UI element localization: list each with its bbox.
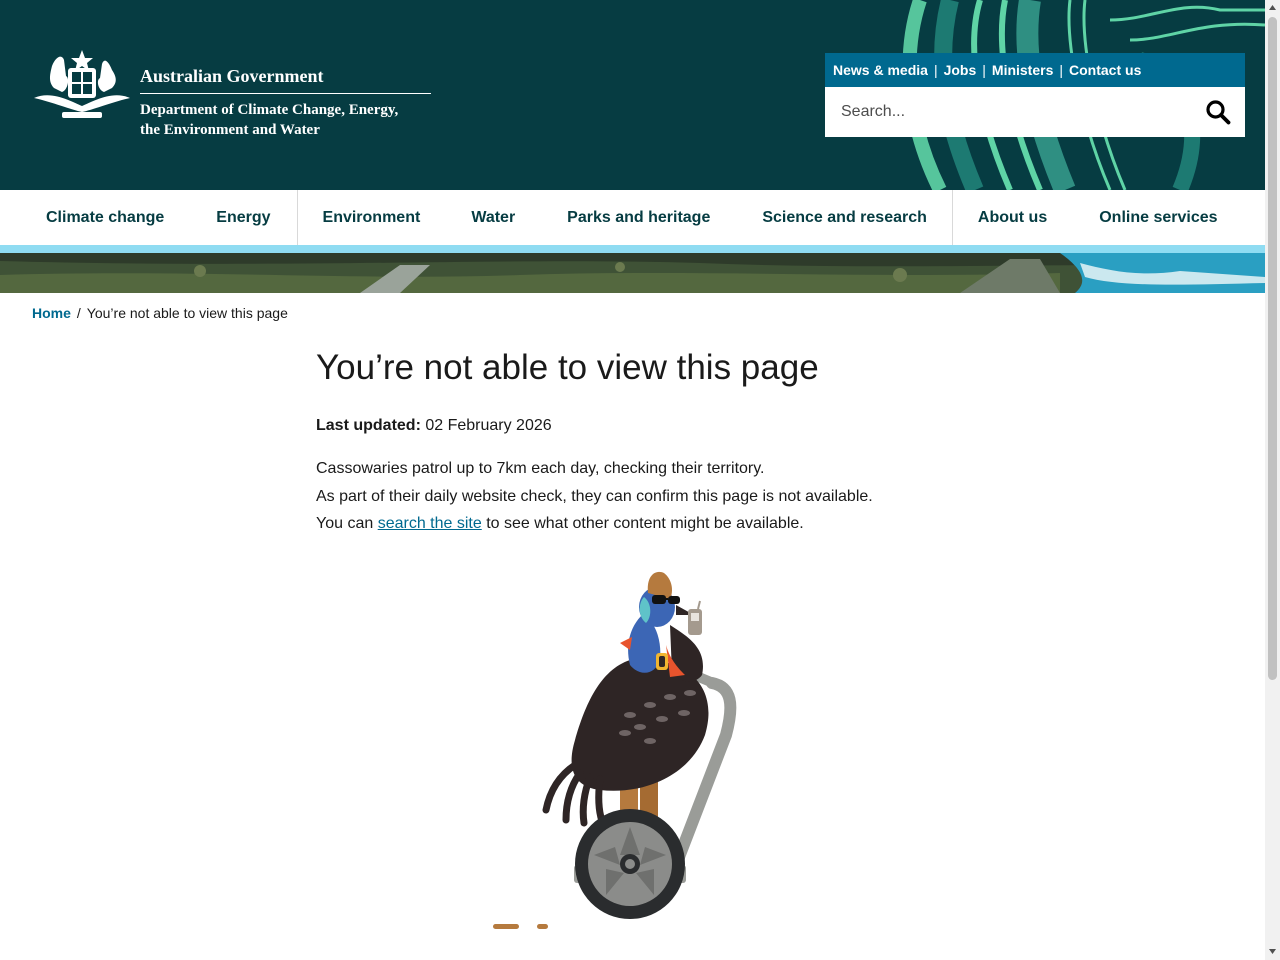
utility-separator: | — [982, 62, 986, 78]
utility-separator: | — [933, 62, 938, 78]
nav-item-water[interactable]: Water — [471, 190, 567, 245]
utility-link-jobs[interactable]: Jobs — [944, 62, 977, 78]
search-input[interactable] — [825, 88, 1185, 136]
breadcrumb-current: You’re not able to view this page — [86, 305, 288, 321]
last-updated-value: 02 February 2026 — [425, 417, 552, 434]
utility-separator: | — [1059, 62, 1064, 78]
nav-item-environment[interactable]: Environment — [298, 190, 472, 245]
search-box — [825, 87, 1245, 137]
page-title: You’re not able to view this page — [316, 348, 819, 387]
banner-image — [0, 253, 1265, 293]
nav-item-climate-change[interactable]: Climate change — [0, 190, 216, 245]
nav-item-about-us[interactable]: About us — [953, 190, 1099, 245]
body-line-3-pre: You can — [316, 515, 378, 532]
body-line-3-post: to see what other content might be avail… — [481, 515, 804, 532]
department-name-line1: Department of Climate Change, Energy, — [140, 102, 399, 118]
nav-item-energy[interactable]: Energy — [216, 190, 296, 245]
body-text: Cassowaries patrol up to 7km each day, c… — [316, 455, 1016, 538]
breadcrumb-home[interactable]: Home — [32, 305, 71, 321]
body-line-2: As part of their daily website check, th… — [316, 487, 873, 505]
nav-item-online-services[interactable]: Online services — [1099, 190, 1217, 245]
main-nav: Climate change Energy Environment Water … — [0, 190, 1265, 245]
breadcrumb: Home / You’re not able to view this page — [32, 305, 288, 321]
nav-item-parks-and-heritage[interactable]: Parks and heritage — [567, 190, 762, 245]
coat-of-arms-icon — [34, 50, 130, 118]
government-name: Australian Government — [140, 46, 431, 94]
last-updated: Last updated: 02 February 2026 — [316, 417, 1016, 435]
department-name: Department of Climate Change, Energy, th… — [140, 94, 431, 140]
scroll-up-arrow-icon[interactable] — [1268, 3, 1277, 13]
page: Australian Government Department of Clim… — [0, 0, 1280, 960]
body-line-3: You can search the site to see what othe… — [316, 510, 1016, 538]
brand-logo[interactable]: Australian Government Department of Clim… — [32, 46, 431, 140]
search-icon[interactable] — [1205, 99, 1231, 125]
brand-text: Australian Government Department of Clim… — [140, 46, 431, 140]
nav-underline — [0, 245, 1265, 253]
utility-nav: News & media | Jobs | Ministers | Contac… — [825, 53, 1245, 87]
department-name-line2: the Environment and Water — [140, 122, 320, 138]
scroll-thumb[interactable] — [1268, 17, 1277, 680]
last-updated-label: Last updated: — [316, 417, 421, 434]
breadcrumb-separator: / — [76, 305, 81, 321]
nav-item-science-and-research[interactable]: Science and research — [762, 190, 952, 245]
body-line-1: Cassowaries patrol up to 7km each day, c… — [316, 460, 765, 477]
main-content: You’re not able to view this page Last u… — [316, 345, 1016, 538]
utility-link-news-media[interactable]: News & media — [833, 62, 928, 78]
utility-link-contact-us[interactable]: Contact us — [1069, 62, 1141, 78]
scroll-down-arrow-icon[interactable] — [1268, 946, 1277, 956]
utility-link-ministers[interactable]: Ministers — [992, 62, 1053, 78]
cassowary-segway-illustration — [493, 571, 737, 929]
page-scrollbar[interactable] — [1265, 0, 1280, 960]
site-header: Australian Government Department of Clim… — [0, 0, 1265, 190]
search-the-site-link[interactable]: search the site — [378, 515, 482, 532]
